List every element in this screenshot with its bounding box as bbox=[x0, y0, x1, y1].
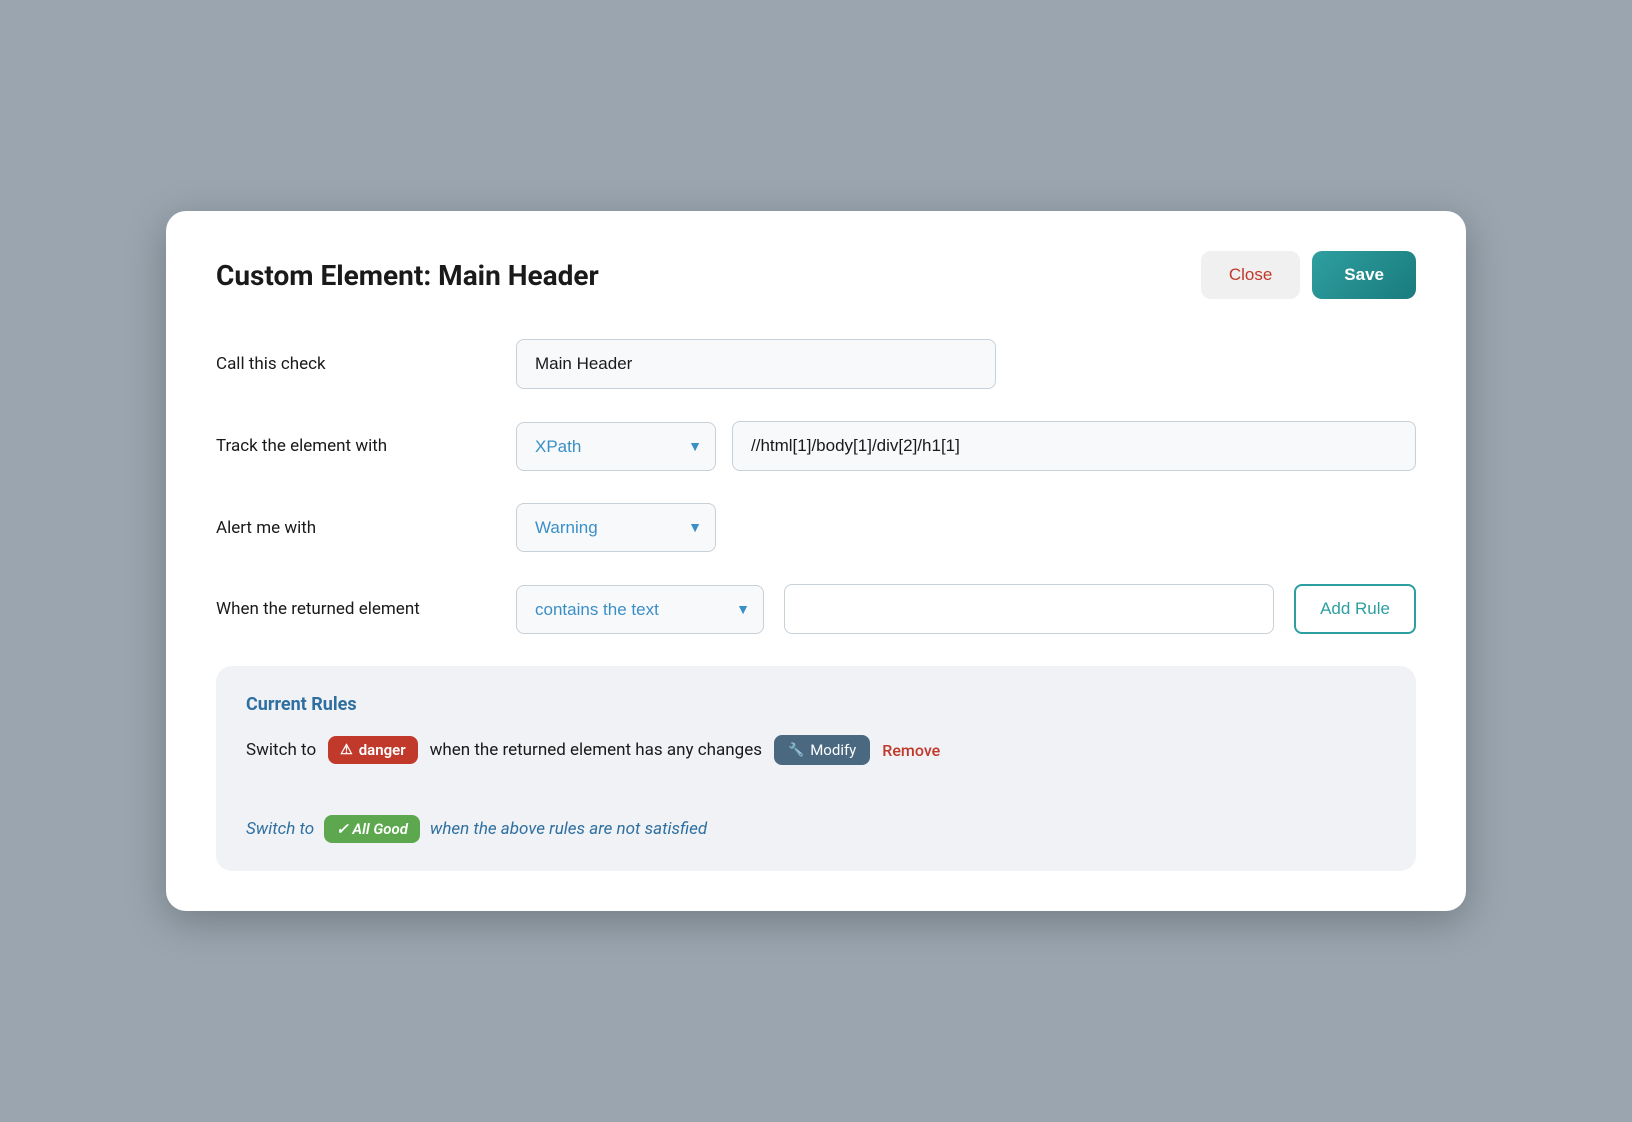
save-button[interactable]: Save bbox=[1312, 251, 1416, 299]
close-button[interactable]: Close bbox=[1201, 251, 1300, 299]
current-rules-title: Current Rules bbox=[246, 694, 1386, 715]
default-rule-prefix: Switch to bbox=[246, 819, 314, 839]
default-rule-suffix: when the above rules are not satisfied bbox=[430, 819, 707, 839]
when-select-wrapper: contains the text does not contain the t… bbox=[516, 585, 764, 634]
modify-label: Modify bbox=[810, 741, 856, 759]
allgood-badge-label: ✓ All Good bbox=[336, 820, 408, 838]
rule1-prefix: Switch to bbox=[246, 740, 316, 760]
alert-select[interactable]: Warning Danger Info bbox=[516, 503, 716, 552]
track-select-wrapper: XPath CSS Selector ID ▼ bbox=[516, 422, 716, 471]
danger-badge: ⚠ danger bbox=[328, 736, 417, 764]
custom-element-modal: Custom Element: Main Header Close Save C… bbox=[166, 211, 1466, 911]
xpath-input[interactable] bbox=[732, 421, 1416, 471]
alert-label: Alert me with bbox=[216, 518, 496, 538]
check-name-label: Call this check bbox=[216, 354, 496, 374]
track-label: Track the element with bbox=[216, 436, 496, 456]
alert-row: Alert me with Warning Danger Info ▼ bbox=[216, 503, 1416, 552]
rule-item-1: Switch to ⚠ danger when the returned ele… bbox=[246, 735, 1386, 765]
danger-badge-label: danger bbox=[359, 741, 406, 759]
when-text-input[interactable] bbox=[784, 584, 1274, 634]
default-rule: Switch to ✓ All Good when the above rule… bbox=[246, 815, 1386, 843]
header-buttons: Close Save bbox=[1201, 251, 1416, 299]
current-rules-section: Current Rules Switch to ⚠ danger when th… bbox=[216, 666, 1416, 871]
check-name-input[interactable] bbox=[516, 339, 996, 389]
alert-select-wrapper: Warning Danger Info ▼ bbox=[516, 503, 716, 552]
allgood-badge: ✓ All Good bbox=[324, 815, 420, 843]
modal-header: Custom Element: Main Header Close Save bbox=[216, 251, 1416, 299]
add-rule-button[interactable]: Add Rule bbox=[1294, 584, 1416, 634]
remove-button[interactable]: Remove bbox=[882, 741, 940, 760]
wrench-icon: 🔧 bbox=[788, 743, 804, 758]
modify-button[interactable]: 🔧 Modify bbox=[774, 735, 870, 765]
check-name-row: Call this check bbox=[216, 339, 1416, 389]
rule1-suffix: when the returned element has any change… bbox=[430, 740, 762, 760]
when-select[interactable]: contains the text does not contain the t… bbox=[516, 585, 764, 634]
track-controls: XPath CSS Selector ID ▼ bbox=[516, 421, 1416, 471]
track-element-row: Track the element with XPath CSS Selecto… bbox=[216, 421, 1416, 471]
warning-icon: ⚠ bbox=[340, 742, 353, 758]
when-label: When the returned element bbox=[216, 599, 496, 619]
modal-title: Custom Element: Main Header bbox=[216, 259, 599, 292]
when-row: When the returned element contains the t… bbox=[216, 584, 1416, 634]
track-select[interactable]: XPath CSS Selector ID bbox=[516, 422, 716, 471]
